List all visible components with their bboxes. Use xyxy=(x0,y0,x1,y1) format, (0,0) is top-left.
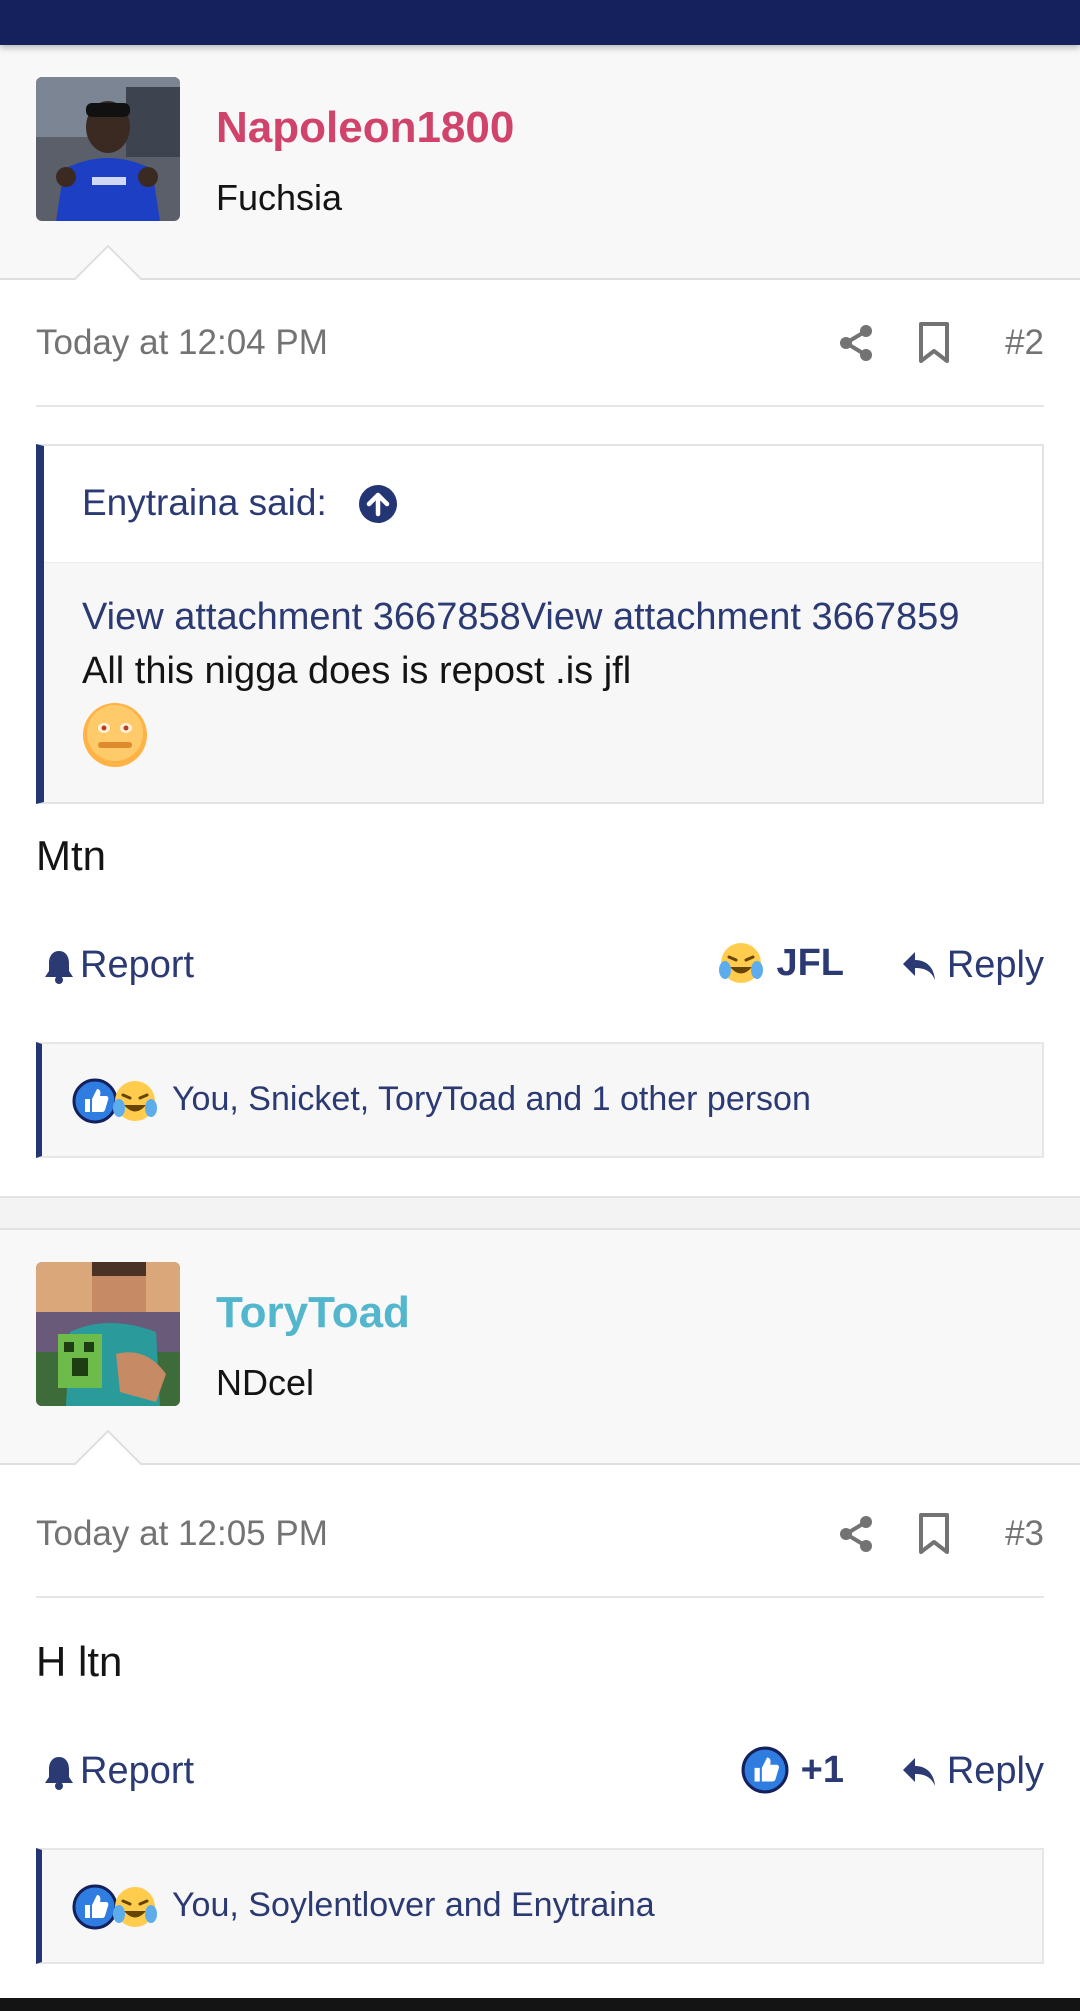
post-actions: Report +1 Reply xyxy=(36,1742,1044,1802)
avatar[interactable] xyxy=(36,1262,180,1406)
post-body-text: Mtn xyxy=(36,832,107,879)
reply-arrow-icon xyxy=(901,1756,937,1788)
reply-label: Reply xyxy=(946,1750,1044,1792)
quote-block: Enytraina said: View attachment 3667858V… xyxy=(36,444,1044,804)
caret-pointer xyxy=(74,244,142,280)
attachment-links[interactable]: View attachment 3667858View attachment 3… xyxy=(82,596,959,639)
post-user-header: ToryToad NDcel xyxy=(0,1230,1080,1465)
post-meta-row: Today at 12:04 PM #2 xyxy=(36,285,1044,407)
quote-header: Enytraina said: xyxy=(44,446,1042,563)
post-separator xyxy=(0,1196,1080,1230)
post-date[interactable]: Today at 12:04 PM xyxy=(36,323,328,363)
post-number[interactable]: #2 xyxy=(1005,323,1044,363)
reaction-label: JFL xyxy=(776,941,844,984)
username[interactable]: Napoleon1800 xyxy=(216,103,514,153)
bottom-bar xyxy=(0,1998,1080,2011)
reactions-summary-bar[interactable]: You, Snicket, ToryToad and 1 other perso… xyxy=(36,1042,1044,1158)
top-navigation-bar xyxy=(0,0,1080,45)
reactions-summary-text[interactable]: You, Soylentlover and Enytraina xyxy=(172,1886,655,1925)
share-icon[interactable] xyxy=(836,1514,876,1554)
reply-button[interactable]: Reply xyxy=(901,944,1044,987)
thumbs-up-icon xyxy=(741,1746,789,1794)
report-button[interactable]: Report xyxy=(44,944,194,987)
report-button[interactable]: Report xyxy=(44,1750,194,1793)
bell-icon xyxy=(44,1754,74,1790)
user-title: Fuchsia xyxy=(216,177,343,218)
bookmark-icon[interactable] xyxy=(916,321,952,365)
reaction-button[interactable]: +1 xyxy=(741,1746,844,1794)
quote-author[interactable]: Enytraina said: xyxy=(82,482,327,524)
reply-arrow-icon xyxy=(901,950,937,982)
quote-text: All this nigga does is repost .is jfl xyxy=(82,650,632,692)
report-label: Report xyxy=(80,944,195,986)
reactions-summary-bar[interactable]: You, Soylentlover and Enytraina xyxy=(36,1848,1044,1964)
laughing-crying-emoji-icon xyxy=(112,1078,158,1124)
report-label: Report xyxy=(80,1750,195,1792)
reply-button[interactable]: Reply xyxy=(901,1750,1044,1793)
avatar[interactable] xyxy=(36,77,180,221)
share-icon[interactable] xyxy=(836,323,876,363)
user-title: NDcel xyxy=(216,1362,315,1403)
reaction-button[interactable]: JFL xyxy=(718,940,844,986)
username[interactable]: ToryToad xyxy=(216,1288,410,1338)
post-user-header: Napoleon1800 Fuchsia xyxy=(0,45,1080,280)
laughing-crying-emoji-icon xyxy=(112,1884,158,1930)
post-body-text: H ltn xyxy=(36,1638,123,1685)
reaction-label: +1 xyxy=(800,1748,844,1791)
post-date[interactable]: Today at 12:05 PM xyxy=(36,1514,328,1554)
laughing-crying-emoji-icon xyxy=(718,940,764,986)
bookmark-icon[interactable] xyxy=(916,1512,952,1556)
reaction-icons xyxy=(72,1078,158,1124)
grimacing-face-icon xyxy=(82,702,148,768)
post-number[interactable]: #3 xyxy=(1005,1514,1044,1554)
post-actions: Report JFL Reply xyxy=(36,936,1044,996)
caret-pointer xyxy=(74,1429,142,1465)
reaction-icons xyxy=(72,1884,158,1930)
reply-label: Reply xyxy=(946,944,1044,986)
reactions-summary-text[interactable]: You, Snicket, ToryToad and 1 other perso… xyxy=(172,1080,811,1119)
arrow-up-circle-icon[interactable] xyxy=(358,484,398,524)
post-meta-row: Today at 12:05 PM #3 xyxy=(36,1476,1044,1598)
bell-icon xyxy=(44,948,74,984)
